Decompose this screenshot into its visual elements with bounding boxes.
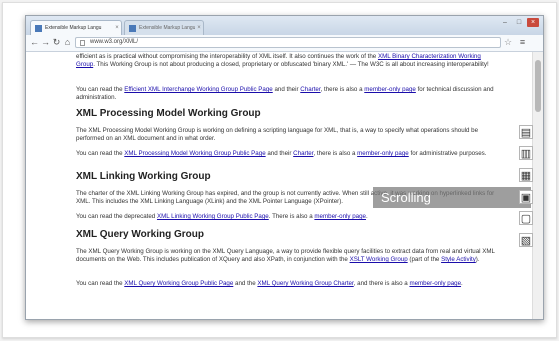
link-xslt-working-group[interactable]: XSLT Working Group <box>350 256 408 263</box>
gallery-icon: ▦ <box>520 169 532 182</box>
minimize-icon[interactable]: – <box>499 18 511 27</box>
dock-item-document[interactable]: ▤ <box>519 125 533 139</box>
linking-read-end: . <box>365 213 368 220</box>
heading-processing-model: XML Processing Model Working Group <box>76 108 261 119</box>
scrolling-overlay: Scrolling <box>373 187 531 208</box>
wrench-menu-icon[interactable]: ≡ <box>517 37 528 48</box>
linking-read-paragraph: You can read the deprecated XML Linking … <box>76 213 496 221</box>
tab-active[interactable]: Extensible Markup Langu × <box>30 20 122 35</box>
browser-toolbar: ← → ↻ ⌂ www.w3.org/XML/ ☆ ≡ <box>26 35 543 52</box>
favicon-icon <box>129 24 136 32</box>
link-exi-member-page[interactable]: member-only page <box>364 86 416 93</box>
book-icon: ▧ <box>520 234 532 247</box>
query-read-text: You can read the <box>76 280 125 287</box>
link-query-public-page[interactable]: XML Query Working Group Public Page <box>124 280 233 287</box>
intro-text: efficient as is practical without compro… <box>76 53 378 60</box>
tab-close-icon[interactable]: × <box>113 25 121 31</box>
processing-read-text: You can read the <box>76 150 125 157</box>
home-icon[interactable]: ⌂ <box>62 37 73 48</box>
window-icon: ▣ <box>520 191 532 204</box>
document-icon: ▤ <box>520 126 532 139</box>
dock-item-window[interactable]: ▣ <box>519 190 533 204</box>
link-exi-charter[interactable]: Charter <box>300 86 320 93</box>
query-read-paragraph: You can read the XML Query Working Group… <box>76 280 496 288</box>
processing-desc: The XML Processing Model Working Group i… <box>76 127 479 142</box>
scrollbar-thumb[interactable] <box>535 60 541 112</box>
processing-read-paragraph: You can read the XML Processing Model Wo… <box>76 150 496 158</box>
intro-paragraph: efficient as is practical without compro… <box>76 53 496 69</box>
title-bar: Extensible Markup Langu × Extensible Mar… <box>26 16 543 35</box>
reload-icon[interactable]: ↻ <box>51 37 62 48</box>
bookmark-star-icon[interactable]: ☆ <box>504 37 512 48</box>
heading-linking: XML Linking Working Group <box>76 171 211 182</box>
processing-read-mid2: , there is also a <box>313 150 358 157</box>
query-read-end: . <box>461 280 463 287</box>
query-read-mid: and the <box>233 280 258 287</box>
link-query-charter[interactable]: XML Query Working Group Charter <box>257 280 353 287</box>
window-controls: – □ × <box>499 18 539 27</box>
linking-read-text: You can read the deprecated <box>76 213 157 220</box>
maximize-icon[interactable]: □ <box>513 18 525 27</box>
window-alt-icon: ▢ <box>520 212 532 225</box>
link-query-member-page[interactable]: member-only page <box>409 280 461 287</box>
dock-item-book[interactable]: ▧ <box>519 233 533 247</box>
favicon-icon <box>35 24 42 32</box>
link-processing-public-page[interactable]: XML Processing Model Working Group Publi… <box>124 150 265 157</box>
address-text: www.w3.org/XML/ <box>90 39 139 45</box>
back-icon[interactable]: ← <box>29 37 40 48</box>
link-processing-member-page[interactable]: member-only page <box>357 150 409 157</box>
link-linking-public-page[interactable]: XML Linking Working Group Public Page <box>157 213 269 220</box>
intro-text-end: . This Working Group is not about produc… <box>93 61 489 68</box>
link-style-activity[interactable]: Style Activity <box>441 256 476 263</box>
address-bar[interactable]: www.w3.org/XML/ <box>75 37 501 48</box>
forward-icon[interactable]: → <box>40 37 51 48</box>
heading-query: XML Query Working Group <box>76 229 204 240</box>
vertical-scrollbar[interactable] <box>532 52 543 319</box>
processing-read-mid: and their <box>265 150 294 157</box>
browser-window: Extensible Markup Langu × Extensible Mar… <box>25 15 544 320</box>
exi-paragraph: You can read the Efficient XML Interchan… <box>76 86 496 102</box>
page-content: efficient as is practical without compro… <box>26 52 532 319</box>
dock-item-window-alt[interactable]: ▢ <box>519 211 533 225</box>
tab-title: Extensible Markup Langu <box>139 25 195 31</box>
dock-item-page[interactable]: ▥ <box>519 146 533 160</box>
tab-close-icon[interactable]: × <box>195 25 203 31</box>
page-icon: ▥ <box>520 147 532 160</box>
tab-inactive[interactable]: Extensible Markup Langu × <box>124 20 204 35</box>
link-exi-public-page[interactable]: Efficient XML Interchange Working Group … <box>124 86 272 93</box>
page-icon <box>80 40 85 46</box>
link-linking-member-page[interactable]: member-only page <box>314 213 366 220</box>
close-window-icon[interactable]: × <box>527 18 539 27</box>
exi-text: You can read the <box>76 86 125 93</box>
link-processing-charter[interactable]: Charter <box>293 150 313 157</box>
query-desc: The XML Query Working Group is working o… <box>76 248 496 264</box>
tab-title: Extensible Markup Langu <box>45 25 102 31</box>
linking-read-mid: . There is also a <box>268 213 315 220</box>
exi-text-mid2: , there is also a <box>320 86 365 93</box>
query-desc-mid: (part of the <box>407 256 442 263</box>
dock-item-gallery[interactable]: ▦ <box>519 168 533 182</box>
screenshot-card: Extensible Markup Langu × Extensible Mar… <box>2 2 557 338</box>
query-read-mid2: , and there is also a <box>353 280 410 287</box>
exi-text-mid: and their <box>272 86 301 93</box>
query-desc-end: ). <box>475 256 480 263</box>
processing-read-end: for administrative purposes. <box>408 150 487 157</box>
